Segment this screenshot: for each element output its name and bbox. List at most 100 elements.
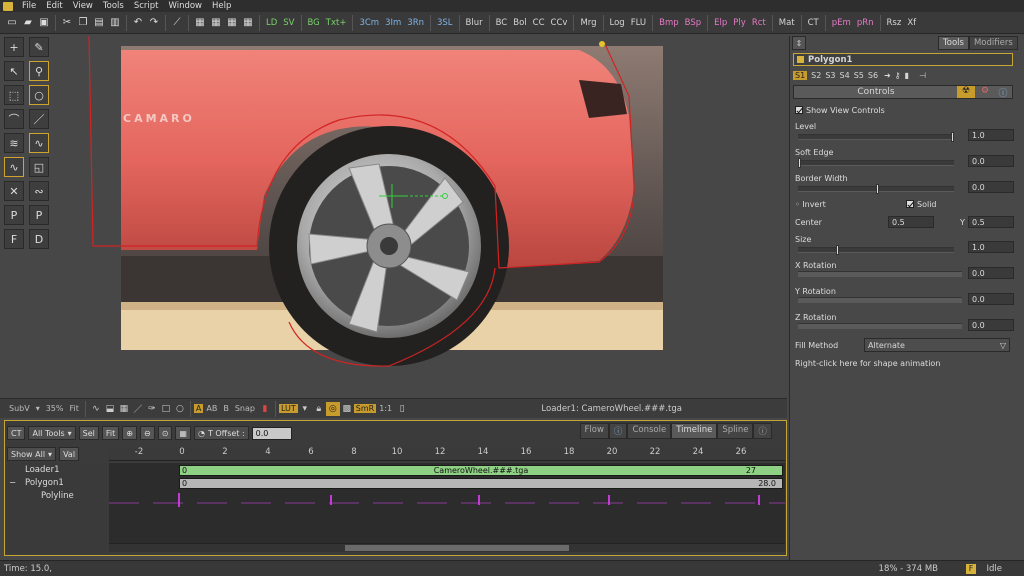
tool-background-button[interactable]: BG: [305, 18, 323, 28]
timeline-scrollbar[interactable]: [109, 543, 785, 552]
tool-3d-spotlight-button[interactable]: 3SL: [434, 18, 456, 28]
zoom-fit-icon[interactable]: ⊙: [157, 426, 173, 440]
y-rotation-field[interactable]: 0.0: [968, 293, 1014, 305]
radioactive-icon[interactable]: ☢: [957, 86, 975, 98]
x-rotation-slider[interactable]: [798, 271, 962, 277]
roi-icon[interactable]: ⬓: [103, 402, 117, 416]
tool-bc-button[interactable]: BC: [493, 18, 511, 28]
t-offset-button[interactable]: ◔ T Offset :: [193, 426, 249, 440]
tool-saver-button[interactable]: SV: [280, 18, 297, 28]
layout-2-icon[interactable]: ▦: [208, 15, 224, 31]
loader-clip-bar[interactable]: 0 CameroWheel.###.tga 27: [179, 465, 783, 476]
subview-dropdown-arrow-icon[interactable]: ▾: [33, 404, 43, 413]
tool-bol-button[interactable]: Bol: [510, 18, 529, 28]
grid-icon[interactable]: ▦: [175, 426, 191, 440]
tab-console[interactable]: Console: [627, 423, 672, 439]
subtab-s6[interactable]: S6: [868, 71, 878, 80]
scrollbar-thumb[interactable]: [345, 545, 569, 551]
publish-icon[interactable]: P: [4, 205, 24, 225]
level-field[interactable]: 1.0: [968, 129, 1014, 141]
pick-tool-icon[interactable]: ⚲: [29, 61, 49, 81]
subtab-s5[interactable]: S5: [854, 71, 864, 80]
y-rotation-slider[interactable]: [798, 297, 962, 303]
menu-window[interactable]: Window: [163, 1, 207, 11]
lock-icon[interactable]: 🔒︎: [312, 402, 326, 416]
arrow-right-icon[interactable]: ➜: [884, 71, 891, 80]
a-buffer-button[interactable]: A: [193, 404, 204, 413]
tool-ellipse-button[interactable]: Elp: [711, 18, 730, 28]
subtab-s3[interactable]: S3: [825, 71, 835, 80]
circle-view-icon[interactable]: ○: [173, 402, 187, 416]
gamut-icon[interactable]: ◎: [325, 401, 340, 416]
save-icon[interactable]: ▣: [36, 15, 52, 31]
tool-3d-image-button[interactable]: 3Im: [382, 18, 404, 28]
cut-icon[interactable]: ✂: [59, 15, 75, 31]
track-polyline[interactable]: Polyline: [41, 491, 74, 501]
redo-icon[interactable]: ↷: [146, 15, 162, 31]
info-icon[interactable]: ⓘ: [608, 423, 628, 439]
center-y-field[interactable]: 0.5: [968, 216, 1014, 228]
controls-tab[interactable]: Controls ☢ ⚙ ⓘ: [793, 85, 1013, 99]
all-tools-dropdown[interactable]: All Tools ▾: [28, 426, 76, 440]
tool-blur-button[interactable]: Blur: [463, 18, 486, 28]
menu-script[interactable]: Script: [129, 1, 164, 11]
image-viewer[interactable]: CAMARO: [59, 35, 787, 396]
tool-3d-camera-button[interactable]: 3Cm: [356, 18, 382, 28]
size-field[interactable]: 1.0: [968, 241, 1014, 253]
polygon-clip-bar[interactable]: 0 28.0: [179, 478, 783, 489]
val-button[interactable]: Val: [59, 447, 80, 461]
tool-ct-button[interactable]: CT: [805, 18, 822, 28]
size-slider-knob[interactable]: [836, 245, 839, 255]
menu-help[interactable]: Help: [207, 1, 236, 11]
fill-method-dropdown[interactable]: Alternate ▽: [864, 338, 1010, 352]
fit-button[interactable]: Fit: [67, 404, 82, 413]
tab-modifiers[interactable]: Modifiers: [968, 36, 1018, 50]
select-box-icon[interactable]: ⬚: [4, 85, 24, 105]
settings-gear-icon[interactable]: ⚙: [977, 86, 993, 96]
ab-buffer-button[interactable]: AB: [203, 404, 220, 413]
center-x-field[interactable]: 0.5: [888, 216, 934, 228]
spline-icon[interactable]: ∿: [4, 157, 24, 177]
tool-log-button[interactable]: Log: [607, 18, 628, 28]
bezier-icon[interactable]: ∿: [29, 133, 49, 153]
subtab-s4[interactable]: S4: [840, 71, 850, 80]
cross-icon[interactable]: ✕: [4, 181, 24, 201]
tool-resize-button[interactable]: Rsz: [884, 18, 905, 28]
delete-points-icon[interactable]: D: [29, 229, 49, 249]
soft-edge-field[interactable]: 0.0: [968, 155, 1014, 167]
soft-edge-slider[interactable]: [798, 158, 954, 168]
tool-ccv-button[interactable]: CCv: [548, 18, 571, 28]
key-icon[interactable]: ⚷: [895, 71, 901, 80]
follow-icon[interactable]: F: [4, 229, 24, 249]
tool-text-button[interactable]: Txt+: [323, 18, 350, 28]
soft-edge-slider-knob[interactable]: [798, 158, 801, 168]
curve-icon[interactable]: ⌒: [4, 109, 24, 129]
level-slider-knob[interactable]: [951, 132, 954, 142]
subtab-s2[interactable]: S2: [811, 71, 821, 80]
z-rotation-slider[interactable]: [798, 323, 962, 329]
tab-tools[interactable]: Tools: [938, 36, 969, 50]
collapse-icon[interactable]: −: [9, 478, 16, 488]
copy-icon[interactable]: ❐: [75, 15, 91, 31]
tool-loader-button[interactable]: LD: [263, 18, 280, 28]
tool-3d-render-button[interactable]: 3Rn: [404, 18, 427, 28]
tool-prender-button[interactable]: pRn: [854, 18, 877, 28]
tool-merge-button[interactable]: Mrg: [577, 18, 599, 28]
border-width-field[interactable]: 0.0: [968, 181, 1014, 193]
checker-icon[interactable]: ▦: [117, 402, 131, 416]
tool-cc-button[interactable]: CC: [530, 18, 548, 28]
level-slider[interactable]: [798, 132, 954, 142]
pin-icon[interactable]: ⊣: [919, 71, 926, 80]
tool-header[interactable]: Polygon1: [793, 53, 1013, 66]
subtab-s1[interactable]: S1: [793, 70, 808, 80]
lut-button[interactable]: LUT: [278, 404, 298, 413]
ratio-button[interactable]: 1:1: [376, 404, 395, 413]
snap-button[interactable]: Snap: [232, 404, 258, 413]
pick-color-icon[interactable]: ✑: [145, 402, 159, 416]
polyline-keyframes[interactable]: [109, 491, 785, 543]
menu-file[interactable]: File: [17, 1, 41, 11]
tool-pemitter-button[interactable]: pEm: [829, 18, 854, 28]
publish-points-icon[interactable]: P: [29, 205, 49, 225]
circle-select-icon[interactable]: ○: [29, 85, 49, 105]
smr-button[interactable]: SmR: [353, 404, 377, 413]
